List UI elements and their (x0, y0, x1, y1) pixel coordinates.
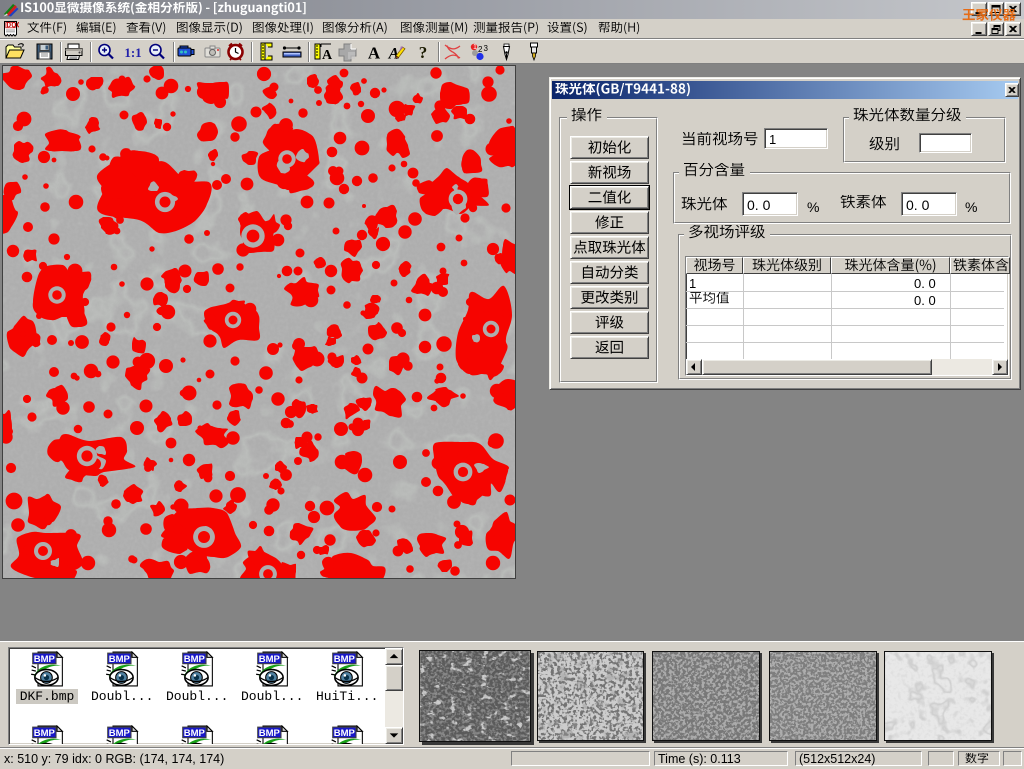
svg-text:1:1: 1:1 (124, 45, 141, 60)
svg-text:3: 3 (484, 44, 489, 53)
svg-text:A: A (368, 44, 381, 63)
svg-text:1: 1 (473, 44, 477, 51)
svg-text:2: 2 (478, 45, 483, 54)
svg-text:A: A (322, 48, 333, 62)
svg-text:?: ? (419, 43, 428, 62)
